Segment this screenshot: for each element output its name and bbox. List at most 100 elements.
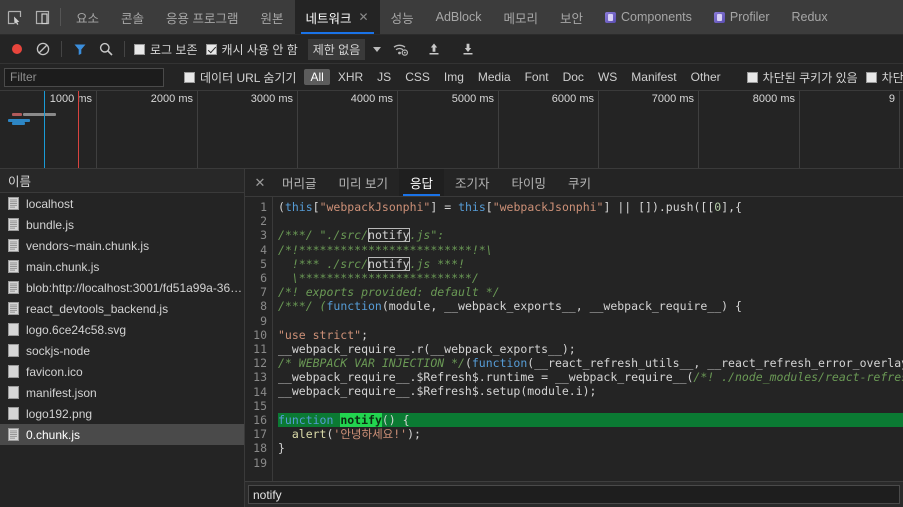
tab-label: 응용 프로그램: [166, 8, 238, 27]
blocked-requests-label: 차단된 요청: [882, 69, 903, 86]
code-line: (this["webpackJsonphi"] = this["webpackJ…: [278, 200, 903, 214]
chevron-down-icon[interactable]: [373, 47, 381, 52]
close-detail-icon[interactable]: ✕: [249, 169, 271, 196]
request-row[interactable]: 0.chunk.js: [0, 424, 244, 445]
filter-type-doc[interactable]: Doc: [557, 69, 590, 85]
timeline-tick-label: 3000 ms: [251, 93, 297, 105]
code-line: [278, 399, 903, 413]
request-row[interactable]: react_devtools_backend.js: [0, 298, 244, 319]
tab-요소[interactable]: 요소: [65, 0, 110, 34]
timeline-tick-label: 6000 ms: [552, 93, 598, 105]
resource-type-filters: AllXHRJSCSSImgMediaFontDocWSManifestOthe…: [304, 69, 726, 85]
code-line: \*************************/: [278, 271, 903, 285]
tab-label: 콘솔: [121, 8, 144, 27]
detail-tabstrip: ✕ 머리글미리 보기응답조기자타이밍쿠키: [245, 169, 903, 197]
filter-type-other[interactable]: Other: [685, 69, 727, 85]
request-name: sockjs-node: [26, 344, 90, 358]
filter-type-ws[interactable]: WS: [592, 69, 623, 85]
tab-Redux[interactable]: Redux: [780, 0, 838, 34]
source-search-bar: [245, 481, 903, 507]
code-line: /***/ "./src/notify.js":: [278, 228, 903, 242]
tab-네트워크[interactable]: 네트워크✕: [295, 0, 380, 34]
filter-type-font[interactable]: Font: [519, 69, 555, 85]
line-number-gutter: 12345678910111213141516171819: [245, 197, 273, 481]
hide-data-urls-checkbox[interactable]: 데이터 URL 숨기기: [180, 69, 300, 86]
timeline-tick: [96, 91, 97, 168]
timeline-tick-label: 1000 ms: [50, 93, 96, 105]
code-line: __webpack_require__.r(__webpack_exports_…: [278, 342, 903, 356]
response-source-code[interactable]: (this["webpackJsonphi"] = this["webpackJ…: [273, 197, 903, 481]
filter-type-img[interactable]: Img: [438, 69, 470, 85]
filter-type-xhr[interactable]: XHR: [332, 69, 369, 85]
request-list-header: 이름: [0, 169, 244, 193]
request-row[interactable]: blob:http://localhost:3001/fd51a99a-36…: [0, 277, 244, 298]
detail-tab-4[interactable]: 타이밍: [501, 169, 558, 196]
detail-tab-3[interactable]: 조기자: [444, 169, 501, 196]
timeline-tick: [698, 91, 699, 168]
network-conditions-icon[interactable]: [387, 36, 413, 62]
script-file-icon: [8, 281, 19, 294]
line-number: 6: [245, 271, 272, 285]
filter-type-js[interactable]: JS: [371, 69, 397, 85]
preserve-log-checkbox[interactable]: 로그 보존: [130, 41, 202, 58]
filter-type-css[interactable]: CSS: [399, 69, 436, 85]
tab-성능[interactable]: 성능: [380, 0, 425, 34]
request-row[interactable]: sockjs-node: [0, 340, 244, 361]
tab-Components[interactable]: Components: [594, 0, 703, 34]
timeline-tick-label: 8000 ms: [753, 93, 799, 105]
network-filter-bar: 데이터 URL 숨기기 AllXHRJSCSSImgMediaFontDocWS…: [0, 64, 903, 91]
record-button[interactable]: [4, 36, 30, 62]
detail-tab-2[interactable]: 응답: [399, 169, 444, 196]
manifest-file-icon: [8, 386, 19, 399]
code-line: /*! exports provided: default */: [278, 285, 903, 299]
timeline-tick: [397, 91, 398, 168]
filter-type-manifest[interactable]: Manifest: [625, 69, 682, 85]
clear-button[interactable]: [30, 36, 56, 62]
request-name: bundle.js: [26, 218, 74, 232]
request-row[interactable]: logo192.png: [0, 403, 244, 424]
network-lower-pane: 이름 localhost bundle.js vendors~main.chunk.…: [0, 169, 903, 507]
detail-tab-1[interactable]: 미리 보기: [328, 169, 399, 196]
tab-응용-프로그램[interactable]: 응용 프로그램: [155, 0, 249, 34]
tab-AdBlock[interactable]: AdBlock: [425, 0, 493, 34]
image-file-icon: [8, 323, 19, 336]
filter-icon[interactable]: [67, 36, 93, 62]
tab-label: 보안: [560, 8, 583, 27]
timeline-tick-label: 5000 ms: [452, 93, 498, 105]
search-icon[interactable]: [93, 36, 119, 62]
import-har-icon[interactable]: [421, 36, 447, 62]
tab-label: Components: [621, 10, 692, 24]
request-row[interactable]: vendors~main.chunk.js: [0, 235, 244, 256]
request-row[interactable]: main.chunk.js: [0, 256, 244, 277]
detail-tab-0[interactable]: 머리글: [271, 169, 328, 196]
tab-Profiler[interactable]: Profiler: [703, 0, 781, 34]
timeline-tick-label: 7000 ms: [652, 93, 698, 105]
inspect-element-icon[interactable]: [0, 0, 28, 34]
blocked-requests-checkbox[interactable]: 차단된 요청: [862, 69, 903, 86]
close-tab-icon[interactable]: ✕: [359, 10, 369, 24]
blocked-cookies-checkbox[interactable]: 차단된 쿠키가 있음: [743, 69, 862, 86]
request-row[interactable]: manifest.json: [0, 382, 244, 403]
source-search-input[interactable]: [248, 485, 900, 504]
tab-메모리[interactable]: 메모리: [492, 0, 549, 34]
request-row[interactable]: bundle.js: [0, 214, 244, 235]
detail-tab-5[interactable]: 쿠키: [557, 169, 602, 196]
tab-원본[interactable]: 원본: [250, 0, 295, 34]
tab-보안[interactable]: 보안: [549, 0, 594, 34]
line-number: 18: [245, 441, 272, 455]
tab-콘솔[interactable]: 콘솔: [110, 0, 155, 34]
request-row[interactable]: localhost: [0, 193, 244, 214]
device-toolbar-icon[interactable]: [28, 0, 56, 34]
filter-input[interactable]: [4, 68, 164, 87]
disable-cache-checkbox-box: [206, 44, 217, 55]
code-line: [278, 314, 903, 328]
network-overview-timeline[interactable]: 1000 ms2000 ms3000 ms4000 ms5000 ms6000 …: [0, 91, 903, 169]
request-row[interactable]: favicon.ico: [0, 361, 244, 382]
filter-type-media[interactable]: Media: [472, 69, 517, 85]
filter-type-all[interactable]: All: [304, 69, 329, 85]
disable-cache-checkbox[interactable]: 캐시 사용 안 함: [202, 41, 302, 58]
request-name: 0.chunk.js: [26, 428, 80, 442]
export-har-icon[interactable]: [455, 36, 481, 62]
request-row[interactable]: logo.6ce24c58.svg: [0, 319, 244, 340]
throttling-select[interactable]: 제한 없음: [308, 39, 366, 60]
